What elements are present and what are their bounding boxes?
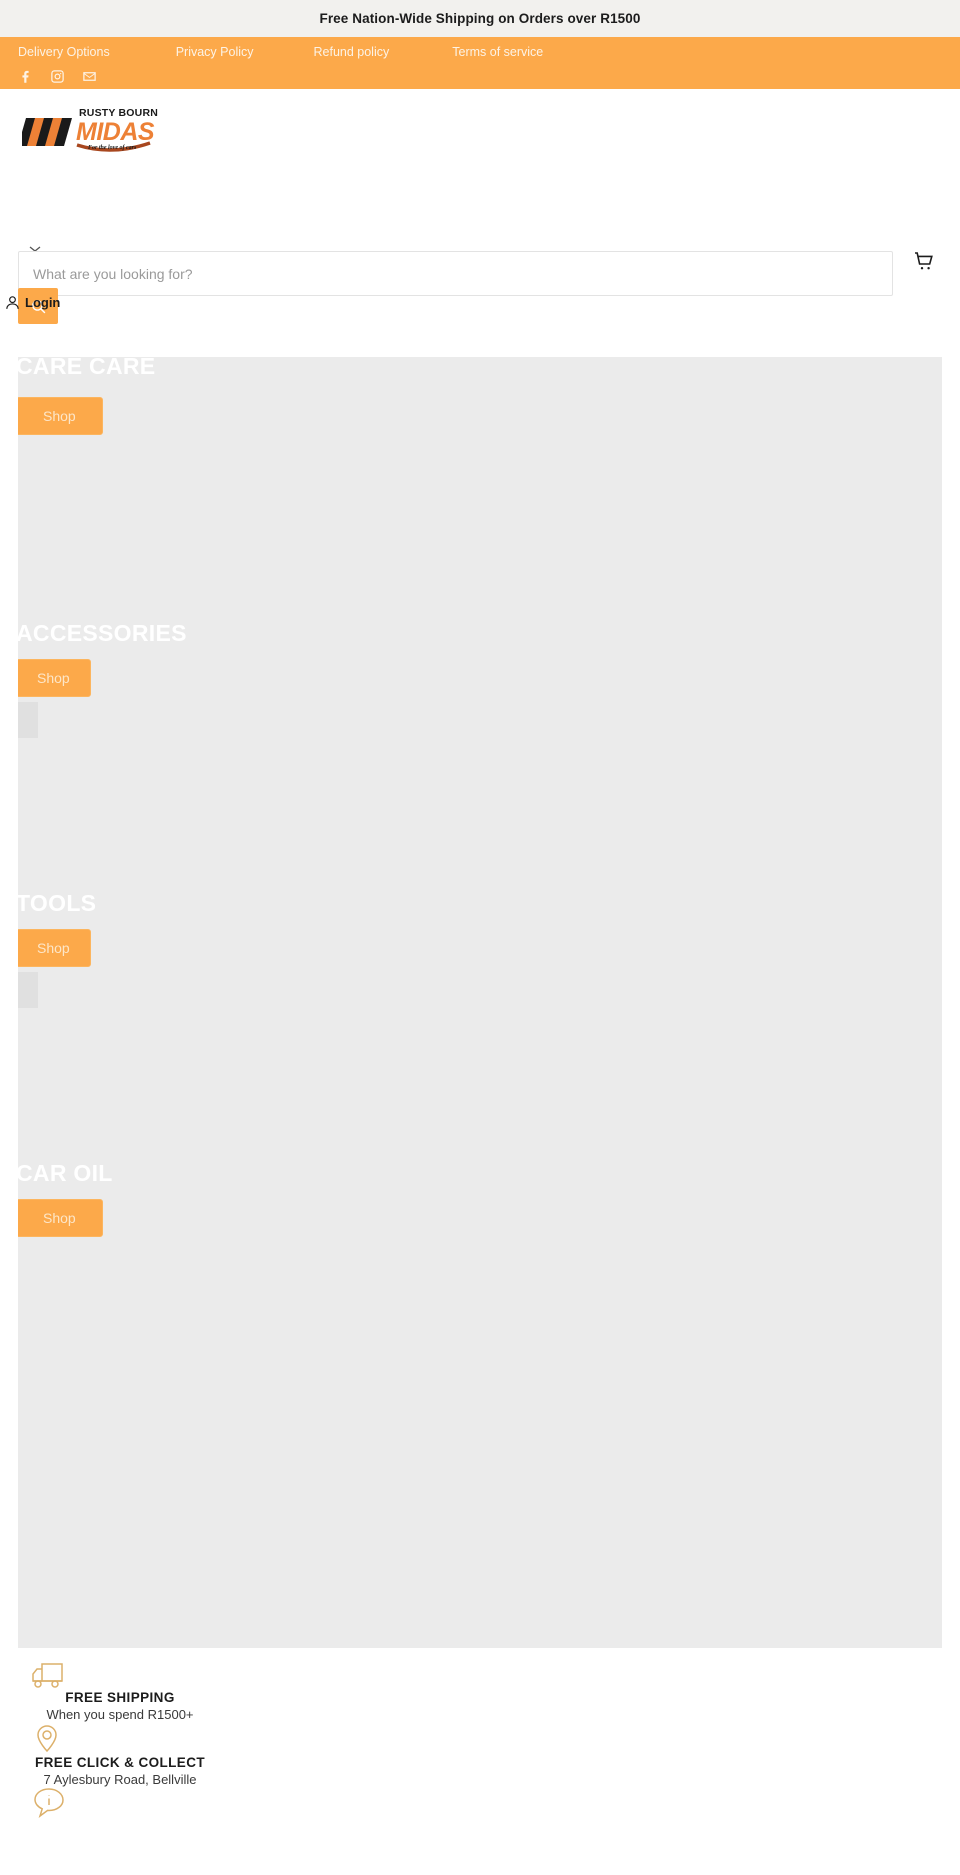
email-icon[interactable]	[82, 69, 97, 84]
category-banner-list: CARE CARE Shop ACCESSORIES Shop TOOLS Sh…	[18, 357, 942, 1648]
banner-title: CARE CARE	[18, 357, 156, 379]
cart-icon[interactable]	[912, 249, 936, 273]
facebook-icon[interactable]	[18, 69, 33, 84]
utility-link-delivery-options[interactable]: Delivery Options	[18, 45, 110, 59]
utility-link-terms-of-service[interactable]: Terms of service	[452, 45, 543, 59]
page-root: Free Nation-Wide Shipping on Orders over…	[0, 0, 960, 1875]
category-banner-car-oil[interactable]: CAR OIL Shop	[18, 1165, 942, 1648]
utility-link-privacy-policy[interactable]: Privacy Policy	[176, 45, 254, 59]
account-login-link[interactable]: Login	[4, 294, 60, 311]
announcement-text: Free Nation-Wide Shipping on Orders over…	[319, 11, 641, 26]
site-logo[interactable]: RUSTY BOURN MIDAS For the love of cars	[22, 102, 162, 157]
feature-title: FREE CLICK & COLLECT	[35, 1755, 205, 1770]
utility-link-refund-policy[interactable]: Refund policy	[314, 45, 390, 59]
svg-text:MIDAS: MIDAS	[76, 118, 155, 146]
utility-bar: Delivery Options Privacy Policy Refund p…	[0, 37, 960, 89]
search-field-wrapper	[18, 251, 893, 296]
svg-text:For the love of cars: For the love of cars	[88, 145, 137, 151]
banner-shop-button[interactable]: Shop	[18, 659, 91, 697]
user-icon	[4, 294, 21, 311]
banner-shop-button[interactable]: Shop	[18, 929, 91, 967]
location-pin-icon	[25, 1720, 69, 1760]
banner-side-strip	[18, 972, 38, 1008]
feature-title: FREE SHIPPING	[65, 1690, 175, 1705]
instagram-icon[interactable]	[50, 69, 65, 84]
banner-shop-button[interactable]: Shop	[18, 397, 103, 435]
banner-title: CAR OIL	[18, 1165, 113, 1186]
account-login-label: Login	[25, 295, 61, 310]
category-banner-tools[interactable]: TOOLS Shop	[18, 895, 942, 1165]
utility-links: Delivery Options Privacy Policy Refund p…	[18, 45, 543, 59]
banner-title: ACCESSORIES	[18, 625, 187, 646]
category-banner-accessories[interactable]: ACCESSORIES Shop	[18, 625, 942, 895]
search-input[interactable]	[19, 252, 892, 295]
announcement-bar: Free Nation-Wide Shipping on Orders over…	[0, 0, 960, 37]
banner-shop-button[interactable]: Shop	[18, 1199, 103, 1237]
category-banner-care-care[interactable]: CARE CARE Shop	[18, 357, 942, 625]
feature-list: FREE SHIPPING When you spend R1500+ FREE…	[0, 1648, 960, 1875]
info-bubble-icon	[27, 1784, 71, 1824]
social-links	[18, 69, 97, 84]
banner-title: TOOLS	[18, 895, 97, 916]
banner-side-strip	[18, 702, 38, 738]
site-header: RUSTY BOURN MIDAS For the love of cars L…	[0, 89, 960, 417]
